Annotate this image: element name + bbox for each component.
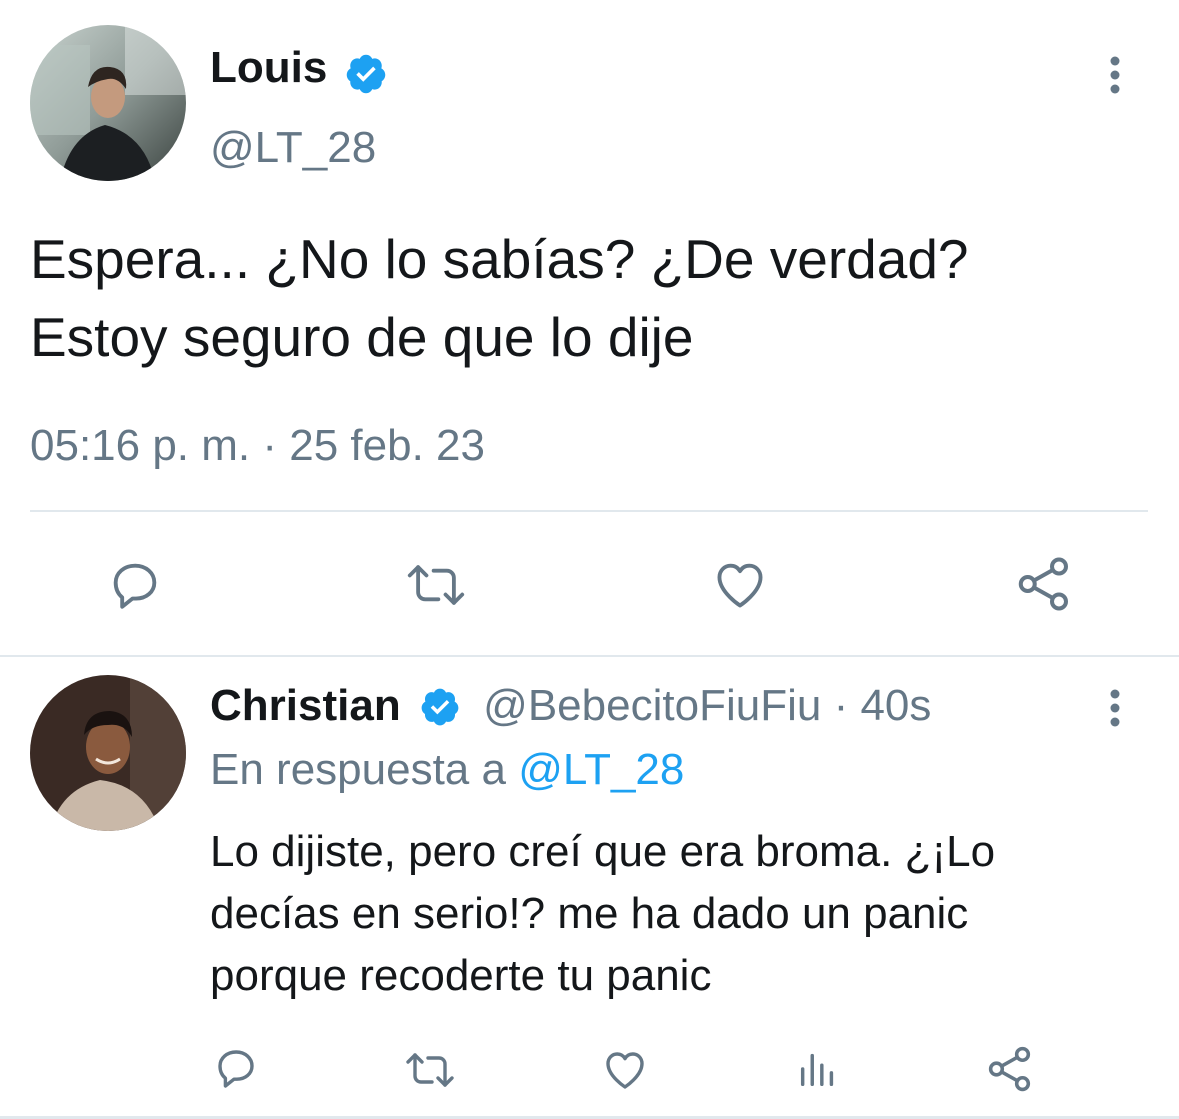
like-icon[interactable]	[710, 556, 770, 614]
time-ago[interactable]: 40s	[860, 681, 931, 730]
tweet-timestamp[interactable]: 05:16 p. m. · 25 feb. 23	[30, 420, 485, 472]
in-reply-to: En respuesta a @LT_28	[210, 742, 684, 798]
retweet-icon[interactable]	[405, 556, 467, 614]
reply-icon[interactable]	[106, 556, 164, 614]
avatar-christian[interactable]	[30, 675, 186, 831]
share-icon[interactable]	[1014, 554, 1074, 614]
reply-text-line: decías en serio!? me ha dado un panic	[210, 889, 969, 938]
verified-badge-icon	[419, 680, 461, 736]
reply-icon[interactable]	[212, 1044, 260, 1092]
separator-dot: ·	[833, 681, 849, 730]
verified-badge-icon	[344, 52, 388, 101]
more-options-icon[interactable]	[1100, 688, 1130, 728]
like-icon[interactable]	[600, 1046, 650, 1094]
more-options-icon[interactable]	[1100, 55, 1130, 95]
divider	[0, 655, 1179, 657]
analytics-icon[interactable]	[795, 1046, 841, 1092]
in-reply-prefix: En respuesta a	[210, 745, 506, 794]
share-icon[interactable]	[985, 1044, 1035, 1094]
in-reply-handle-link[interactable]: @LT_28	[518, 745, 684, 794]
retweet-icon[interactable]	[404, 1046, 456, 1094]
display-name[interactable]: Christian	[210, 681, 401, 730]
avatar-louis[interactable]	[30, 25, 186, 181]
reply-text-line: Lo dijiste, pero creí que era broma. ¿¡L…	[210, 827, 996, 876]
user-handle[interactable]: @BebecitoFiuFiu	[483, 681, 821, 730]
reply-header: Christian @BebecitoFiuFiu · 40s	[210, 678, 931, 734]
tweet-text-line: Estoy seguro de que lo dije	[30, 306, 694, 368]
display-name[interactable]: Louis	[210, 42, 327, 94]
tweet-text-line: Espera... ¿No lo sabías? ¿De verdad?	[30, 228, 969, 290]
divider	[30, 510, 1148, 512]
reply-text-line: porque recoderte tu panic	[210, 951, 712, 1000]
user-handle[interactable]: @LT_28	[210, 122, 376, 174]
